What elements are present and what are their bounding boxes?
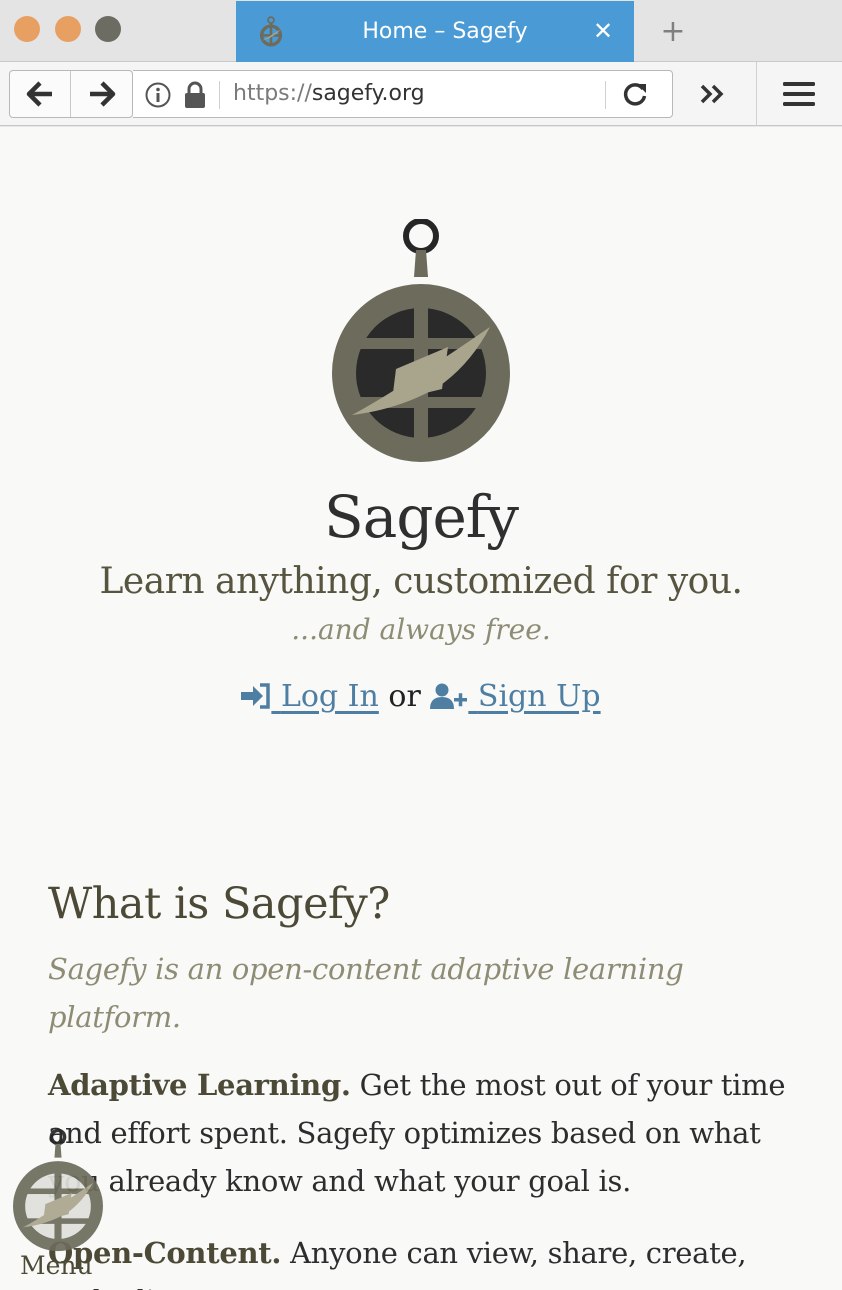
back-button[interactable] <box>10 71 71 117</box>
reload-icon[interactable] <box>621 81 649 109</box>
overflow-chevrons-icon[interactable] <box>696 80 732 108</box>
forward-button[interactable] <box>71 71 132 117</box>
menu-label: Menu <box>20 1251 93 1280</box>
site-title: Sagefy <box>324 483 519 551</box>
hamburger-menu-icon[interactable] <box>782 80 816 108</box>
forward-arrow-icon <box>89 81 115 107</box>
url-text[interactable]: https://sagefy.org <box>233 71 425 117</box>
url-host: sagefy.org <box>311 81 425 106</box>
browser-titlebar: Home – Sagefy ✕ + <box>0 0 842 62</box>
add-user-icon <box>430 683 468 709</box>
open-content-paragraph: Open-Content. Anyone can view, share, cr… <box>48 1229 808 1290</box>
sign-up-label: Sign Up <box>477 679 601 714</box>
url-bar[interactable]: https://sagefy.org <box>133 70 673 118</box>
url-separator <box>605 81 606 109</box>
page-content: Sagefy Learn anything, customized for yo… <box>0 127 842 1290</box>
tab-home-sagefy[interactable]: Home – Sagefy ✕ <box>236 1 634 62</box>
tagline: Learn anything, customized for you. <box>99 561 743 602</box>
or-text: or <box>388 679 421 714</box>
subtagline: ...and always free. <box>291 613 551 646</box>
log-in-label: Log In <box>280 679 379 714</box>
sagefy-favicon-icon <box>259 16 283 47</box>
back-arrow-icon <box>26 81 52 107</box>
section-lead: Sagefy is an open-content adaptive learn… <box>48 952 684 1034</box>
sagefy-logo-icon <box>13 1128 103 1252</box>
adaptive-learning-paragraph: Adaptive Learning. Get the most out of y… <box>48 1061 808 1205</box>
adaptive-learning-title: Adaptive Learning. <box>48 1068 351 1102</box>
info-icon[interactable] <box>145 82 171 108</box>
window-maximize-button[interactable] <box>95 16 121 42</box>
toolbar-separator <box>756 62 757 126</box>
nav-buttons <box>9 70 133 118</box>
lock-icon <box>185 81 205 108</box>
url-separator <box>219 81 220 109</box>
window-minimize-button[interactable] <box>55 16 81 42</box>
sign-up-link[interactable]: Sign Up <box>430 679 601 714</box>
log-in-icon <box>241 683 271 709</box>
window-close-button[interactable] <box>14 16 40 42</box>
tab-title: Home – Sagefy <box>362 19 528 44</box>
url-scheme: https:// <box>233 81 312 106</box>
new-tab-button[interactable]: + <box>656 16 690 50</box>
log-in-link[interactable]: Log In <box>241 679 379 714</box>
browser-toolbar: https://sagefy.org <box>0 62 842 126</box>
tab-close-icon[interactable]: ✕ <box>590 18 616 44</box>
auth-links: Log In or Sign Up <box>0 679 842 714</box>
sagefy-logo-icon <box>332 219 510 462</box>
section-heading: What is Sagefy? <box>48 879 390 929</box>
menu-button[interactable]: Menu <box>8 1127 108 1287</box>
